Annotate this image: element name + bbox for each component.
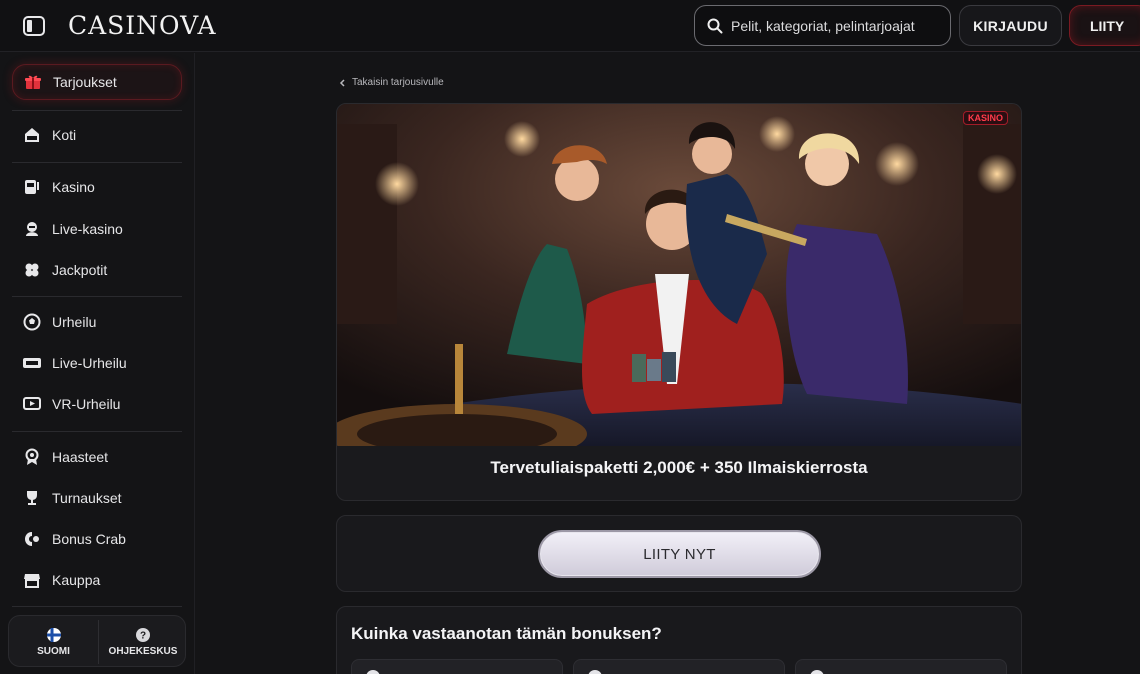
help-icon: ? xyxy=(136,627,150,642)
sidebar-item-urheilu[interactable]: Urheilu xyxy=(12,304,182,340)
sidebar-bottom-bar: SUOMI ? OHJEKESKUS xyxy=(8,615,186,667)
divider xyxy=(12,606,182,607)
category-badge: KASINO xyxy=(963,111,1009,125)
promo-image xyxy=(337,104,1021,446)
back-link-label: Takaisin tarjousivulle xyxy=(352,77,444,88)
sidebar: Tarjoukset Koti Kasino Live-kasino Jackp… xyxy=(0,53,195,674)
sidebar-item-label: Haasteet xyxy=(52,449,109,465)
divider xyxy=(12,162,182,163)
sidebar-item-label: Live-Urheilu xyxy=(52,355,127,371)
soccer-ball-icon xyxy=(22,312,42,332)
chevron-left-icon xyxy=(339,78,345,87)
step-icon xyxy=(366,670,380,674)
gift-icon xyxy=(23,72,43,92)
help-center-button[interactable]: ? OHJEKESKUS xyxy=(99,616,187,668)
sidebar-item-kasino[interactable]: Kasino xyxy=(12,169,182,205)
login-button[interactable]: KIRJAUDU xyxy=(959,5,1062,46)
sidebar-item-label: Bonus Crab xyxy=(52,531,126,547)
dealer-icon xyxy=(22,219,42,239)
language-label: SUOMI xyxy=(37,645,70,657)
divider xyxy=(12,110,182,111)
step-icon xyxy=(588,670,602,674)
sidebar-item-kauppa[interactable]: Kauppa xyxy=(12,562,182,598)
sidebar-item-label: VR-Urheilu xyxy=(52,396,121,412)
step-card[interactable] xyxy=(795,659,1007,674)
home-icon xyxy=(22,125,42,145)
claw-icon xyxy=(22,529,42,549)
sidebar-toggle-icon[interactable] xyxy=(22,15,46,37)
search-bar[interactable] xyxy=(694,5,951,46)
shop-icon xyxy=(22,570,42,590)
top-header: CASINOVA KIRJAUDU LIITY xyxy=(0,0,1140,52)
promo-title: Tervetuliaispaketti 2,000€ + 350 Ilmaisk… xyxy=(490,458,868,477)
howto-title: Kuinka vastaanotan tämän bonuksen? xyxy=(351,624,662,643)
trophy-icon xyxy=(22,488,42,508)
sidebar-item-label: Tarjoukset xyxy=(53,74,117,90)
sidebar-item-label: Kasino xyxy=(52,179,95,195)
divider xyxy=(12,431,182,432)
sidebar-item-bonus-crab[interactable]: Bonus Crab xyxy=(12,521,182,557)
join-now-button[interactable]: LIITY NYT xyxy=(538,530,821,578)
join-button[interactable]: LIITY xyxy=(1069,5,1140,46)
language-button[interactable]: SUOMI xyxy=(9,616,98,668)
slot-machine-icon xyxy=(22,177,42,197)
help-label: OHJEKESKUS xyxy=(108,645,178,657)
back-link[interactable]: Takaisin tarjousivulle xyxy=(338,77,444,88)
clover-icon xyxy=(22,260,42,280)
vr-screen-icon xyxy=(22,394,42,414)
step-icon xyxy=(810,670,824,674)
sidebar-item-label: Jackpotit xyxy=(52,262,108,278)
sidebar-item-turnaukset[interactable]: Turnaukset xyxy=(12,480,182,516)
search-input[interactable] xyxy=(731,17,931,34)
svg-text:?: ? xyxy=(140,630,146,641)
sidebar-item-haasteet[interactable]: Haasteet xyxy=(12,439,182,475)
sidebar-item-vr-urheilu[interactable]: VR-Urheilu xyxy=(12,386,182,422)
step-card[interactable] xyxy=(573,659,785,674)
sidebar-item-live-kasino[interactable]: Live-kasino xyxy=(12,211,182,247)
step-card[interactable] xyxy=(351,659,563,674)
medal-icon xyxy=(22,447,42,467)
sidebar-item-label: Urheilu xyxy=(52,314,97,330)
live-badge-icon xyxy=(22,353,42,373)
promo-card[interactable] xyxy=(336,103,1022,501)
sidebar-item-label: Kauppa xyxy=(52,572,101,588)
finland-flag-icon xyxy=(46,627,61,642)
sidebar-item-label: Live-kasino xyxy=(52,221,123,237)
sidebar-item-jackpotit[interactable]: Jackpotit xyxy=(12,252,182,288)
sidebar-item-live-urheilu[interactable]: Live-Urheilu xyxy=(12,345,182,381)
sidebar-item-label: Koti xyxy=(52,127,77,143)
sidebar-item-koti[interactable]: Koti xyxy=(12,117,182,153)
sidebar-item-tarjoukset[interactable]: Tarjoukset xyxy=(12,64,182,100)
search-icon xyxy=(707,18,723,33)
casinova-logo[interactable]: CASINOVA xyxy=(68,11,217,40)
divider xyxy=(12,296,182,297)
sidebar-item-label: Turnaukset xyxy=(52,490,122,506)
